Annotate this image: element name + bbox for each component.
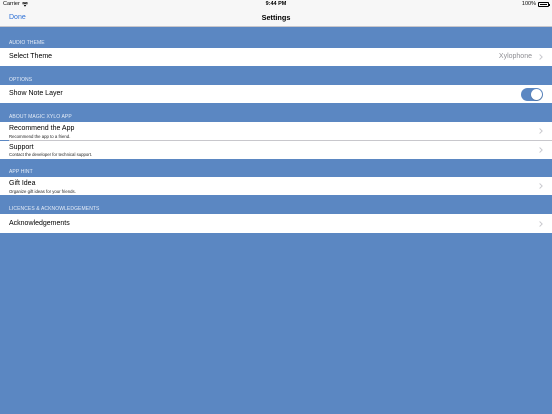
navigation-bar: Done Settings [0, 9, 552, 27]
chevron-right-icon [539, 183, 543, 189]
recommend-app-subtitle: Recommend the app to a friend. [9, 133, 71, 139]
status-right: 100% [521, 0, 550, 9]
battery-fill [539, 3, 548, 6]
chevron-right-icon [539, 128, 543, 134]
page-title: Settings [261, 13, 291, 22]
gift-idea-subtitle: Organize gift ideas for your friends. [9, 188, 76, 194]
gift-idea-title: Gift Idea [9, 180, 36, 187]
support-title: Support [9, 143, 34, 151]
recommend-app-row[interactable]: Recommend the App Recommend the app to a… [0, 122, 552, 140]
select-theme-row[interactable]: Select Theme Xylophone [0, 48, 552, 66]
chevron-right-icon [539, 54, 543, 60]
section-header-about: ABOUT MAGIC XYLO APP [9, 114, 72, 120]
select-theme-value: Xylophone [498, 53, 532, 60]
battery-percentage: 100% [521, 1, 536, 7]
chevron-right-icon [539, 146, 543, 153]
chevron-right-icon [539, 220, 543, 227]
section-header-audio-theme: AUDIO THEME [9, 40, 45, 46]
battery-icon [538, 2, 550, 7]
recommend-app-title: Recommend the App [9, 125, 75, 132]
battery-tip [549, 4, 550, 7]
section-header-licences: LICENCES & ACKNOWLEDGEMENTS [9, 206, 100, 212]
gift-idea-row[interactable]: Gift Idea Organize gift ideas for your f… [0, 177, 552, 195]
support-row[interactable]: Support Contact the developer for techni… [0, 140, 552, 159]
show-note-layer-label: Show Note Layer [9, 90, 63, 97]
show-note-layer-toggle[interactable] [521, 87, 543, 101]
acknowledgements-label: Acknowledgements [9, 219, 70, 227]
toggle-knob [531, 88, 542, 100]
support-subtitle: Contact the developer for technical supp… [9, 152, 93, 157]
section-header-options: OPTIONS [9, 77, 33, 83]
status-bar: Carrier 9:44 PM 100% [0, 0, 552, 9]
acknowledgements-row[interactable]: Acknowledgements [0, 214, 552, 233]
show-note-layer-row: Show Note Layer [0, 85, 552, 103]
select-theme-label: Select Theme [9, 53, 53, 60]
section-header-app-hint: APP HINT [9, 169, 33, 175]
status-time: 9:44 PM [265, 1, 287, 7]
